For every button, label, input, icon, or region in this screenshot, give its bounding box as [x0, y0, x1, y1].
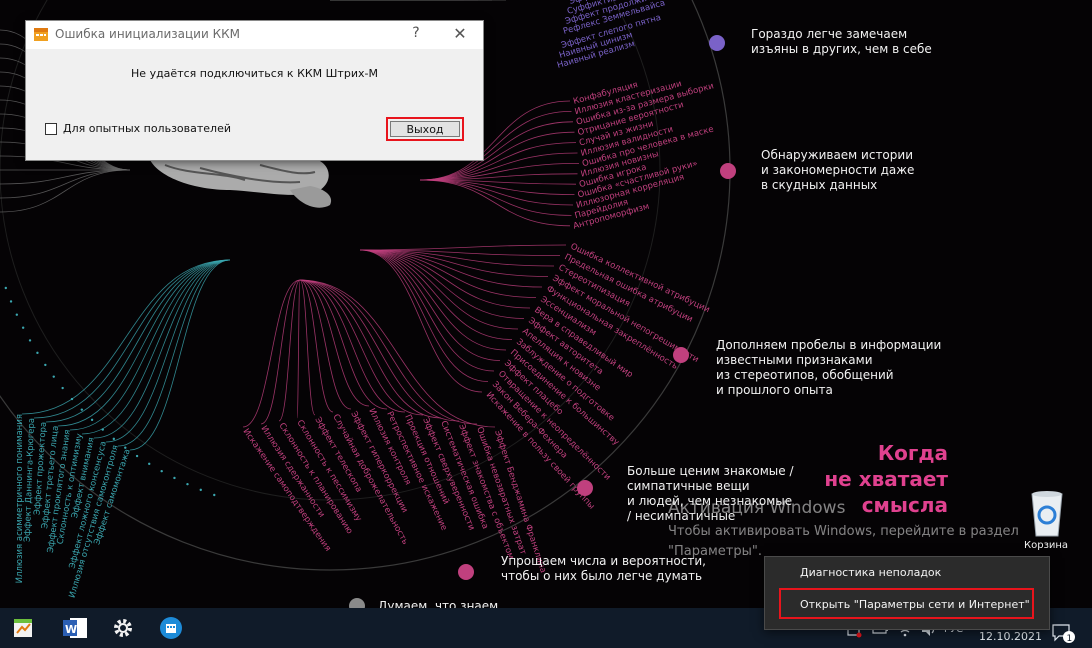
- app-icon: [34, 28, 48, 41]
- dialog-titlebar[interactable]: Ошибка инициализации ККМ ? ✕: [26, 21, 483, 49]
- poster-text-3: Дополняем пробелы в информации известным…: [716, 338, 942, 397]
- recycle-bin-label[interactable]: Корзина: [1024, 540, 1068, 551]
- settings-icon: [114, 619, 132, 637]
- taskbar-date[interactable]: 12.10.2021: [979, 630, 1042, 643]
- activation-title: Активация Windows: [668, 498, 846, 518]
- notification-icon: 1: [1052, 624, 1075, 644]
- word-icon: W: [63, 618, 87, 638]
- arc-dot-1: [709, 35, 725, 51]
- arc-dot-2: [720, 163, 736, 179]
- help-button[interactable]: ?: [406, 25, 426, 41]
- notification-count: 1: [1067, 634, 1073, 644]
- activation-line2: "Параметры".: [668, 544, 762, 559]
- arc-dot-5: [458, 564, 474, 580]
- menu-item-network-settings-highlight[interactable]: Открыть "Параметры сети и Интернет": [779, 588, 1034, 619]
- notification-button[interactable]: 1: [1050, 622, 1078, 647]
- exit-button[interactable]: Выход: [390, 121, 460, 137]
- kkm-error-dialog: Ошибка инициализации ККМ ? ✕ Не удаётся …: [25, 20, 484, 161]
- menu-item-network-settings[interactable]: Открыть "Параметры сети и Интернет": [800, 598, 1030, 611]
- activation-line1: Чтобы активировать Windows, перейдите в …: [668, 524, 1019, 539]
- cash-register-app-icon: [14, 619, 32, 637]
- menu-item-troubleshoot[interactable]: Диагностика неполадок: [800, 566, 941, 579]
- kkm-app-button[interactable]: [152, 612, 190, 644]
- expert-users-label[interactable]: Для опытных пользователей: [63, 122, 231, 135]
- settings-app-button[interactable]: [104, 612, 142, 644]
- recycle-bin-icon[interactable]: [1022, 488, 1072, 544]
- expert-users-checkbox[interactable]: [45, 123, 57, 135]
- dialog-title: Ошибка инициализации ККМ: [55, 27, 240, 41]
- word-app-button[interactable]: W: [56, 612, 94, 644]
- close-button[interactable]: ✕: [449, 24, 471, 43]
- dialog-message: Не удаётся подключиться к ККМ Штрих-М: [131, 67, 378, 80]
- bias-label: Иллюзия асимметричного понимания: [15, 414, 25, 583]
- poster-text-2: Обнаруживаем истории и закономерности да…: [761, 148, 915, 192]
- cash-register-app-button[interactable]: [4, 612, 42, 644]
- brain-illustration: [150, 158, 332, 208]
- svg-text:W: W: [65, 623, 77, 636]
- exit-button-highlight: Выход: [386, 117, 464, 141]
- kkm-app-icon: [160, 617, 182, 639]
- network-context-menu: Диагностика неполадок Открыть "Параметры…: [764, 556, 1050, 630]
- poster-text-1: Гораздо легче замечаем изъяны в других, …: [751, 27, 932, 56]
